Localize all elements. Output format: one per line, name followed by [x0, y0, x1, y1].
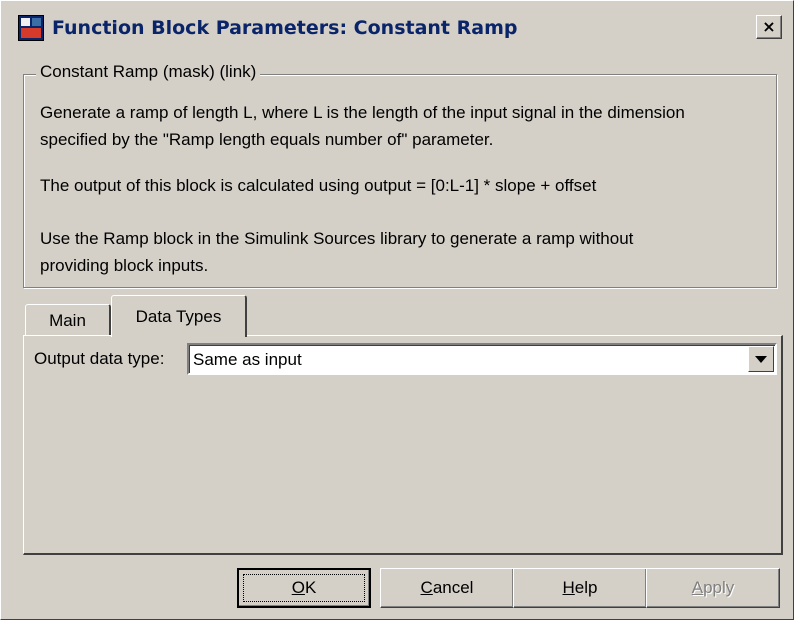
chevron-down-icon [755, 355, 767, 363]
description-line-3: The output of this block is calculated u… [40, 176, 597, 195]
title-bar[interactable]: Function Block Parameters: Constant Ramp… [4, 4, 790, 52]
tab-data-types[interactable]: Data Types [111, 295, 247, 337]
window-title: Function Block Parameters: Constant Ramp [52, 17, 518, 39]
description-line-2: specified by the "Ramp length equals num… [40, 130, 494, 149]
output-data-type-label: Output data type: [34, 349, 165, 368]
cancel-mnemonic: C [420, 578, 433, 597]
tab-main[interactable]: Main [25, 304, 111, 336]
output-data-type-value: Same as input [193, 350, 302, 369]
group-legend: Constant Ramp (mask) (link) [36, 62, 261, 82]
simulink-block-icon [18, 15, 44, 41]
cancel-button[interactable]: Cancel [380, 568, 514, 608]
description-line-5: providing block inputs. [40, 256, 209, 275]
ok-button[interactable]: OK [237, 568, 371, 608]
apply-mnemonic: A [691, 578, 704, 597]
description-line-1: Generate a ramp of length L, where L is … [40, 103, 685, 122]
apply-label-rest: pply [703, 578, 735, 597]
dropdown-button[interactable] [748, 346, 774, 372]
apply-button[interactable]: Apply [646, 568, 780, 608]
help-label-rest: elp [574, 578, 598, 597]
cancel-label-rest: ancel [432, 578, 474, 597]
description-line-4: Use the Ramp block in the Simulink Sourc… [40, 229, 634, 248]
help-button[interactable]: Help [513, 568, 647, 608]
close-button[interactable]: × [756, 15, 782, 39]
tab-main-label: Main [49, 310, 86, 330]
dialog-window: Function Block Parameters: Constant Ramp… [0, 0, 794, 620]
focus-rectangle [243, 574, 365, 602]
help-mnemonic: H [562, 578, 575, 597]
close-icon: × [762, 17, 776, 36]
output-data-type-select[interactable]: Same as input [187, 343, 777, 375]
tab-data-types-label: Data Types [135, 306, 222, 326]
